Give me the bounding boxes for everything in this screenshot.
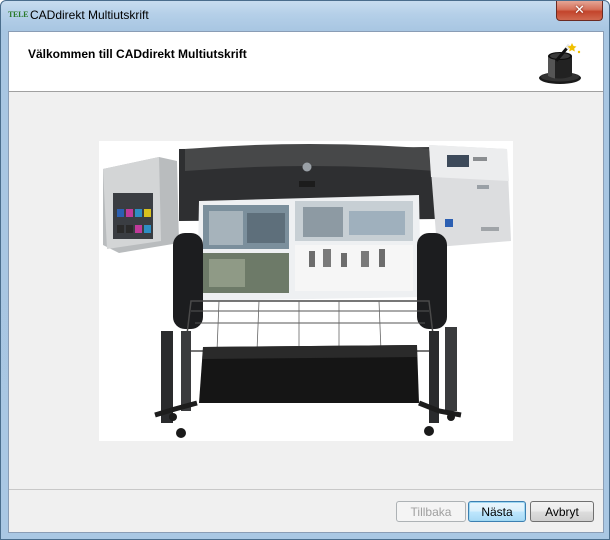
wizard-header: Välkommen till CADdirekt Multiutskrift xyxy=(9,32,603,92)
window-title: CADdirekt Multiutskrift xyxy=(30,8,149,22)
cancel-button[interactable]: Avbryt xyxy=(530,501,594,522)
footer-divider xyxy=(9,489,603,490)
close-button[interactable]: ✕ xyxy=(556,1,603,21)
title-bar[interactable]: TELE CADdirekt Multiutskrift ✕ xyxy=(1,1,609,31)
plotter-printer-photo xyxy=(99,141,513,441)
back-button[interactable]: Tillbaka xyxy=(396,501,466,522)
page-title: Välkommen till CADdirekt Multiutskrift xyxy=(28,47,247,61)
app-icon: TELE xyxy=(8,10,29,19)
wizard-hat-icon xyxy=(539,43,581,84)
close-icon: ✕ xyxy=(574,3,585,18)
wizard-client-area: Välkommen till CADdirekt Multiutskrift T… xyxy=(8,31,604,533)
next-button[interactable]: Nästa xyxy=(468,501,526,522)
wizard-window: TELE CADdirekt Multiutskrift ✕ Välkommen… xyxy=(0,0,610,540)
